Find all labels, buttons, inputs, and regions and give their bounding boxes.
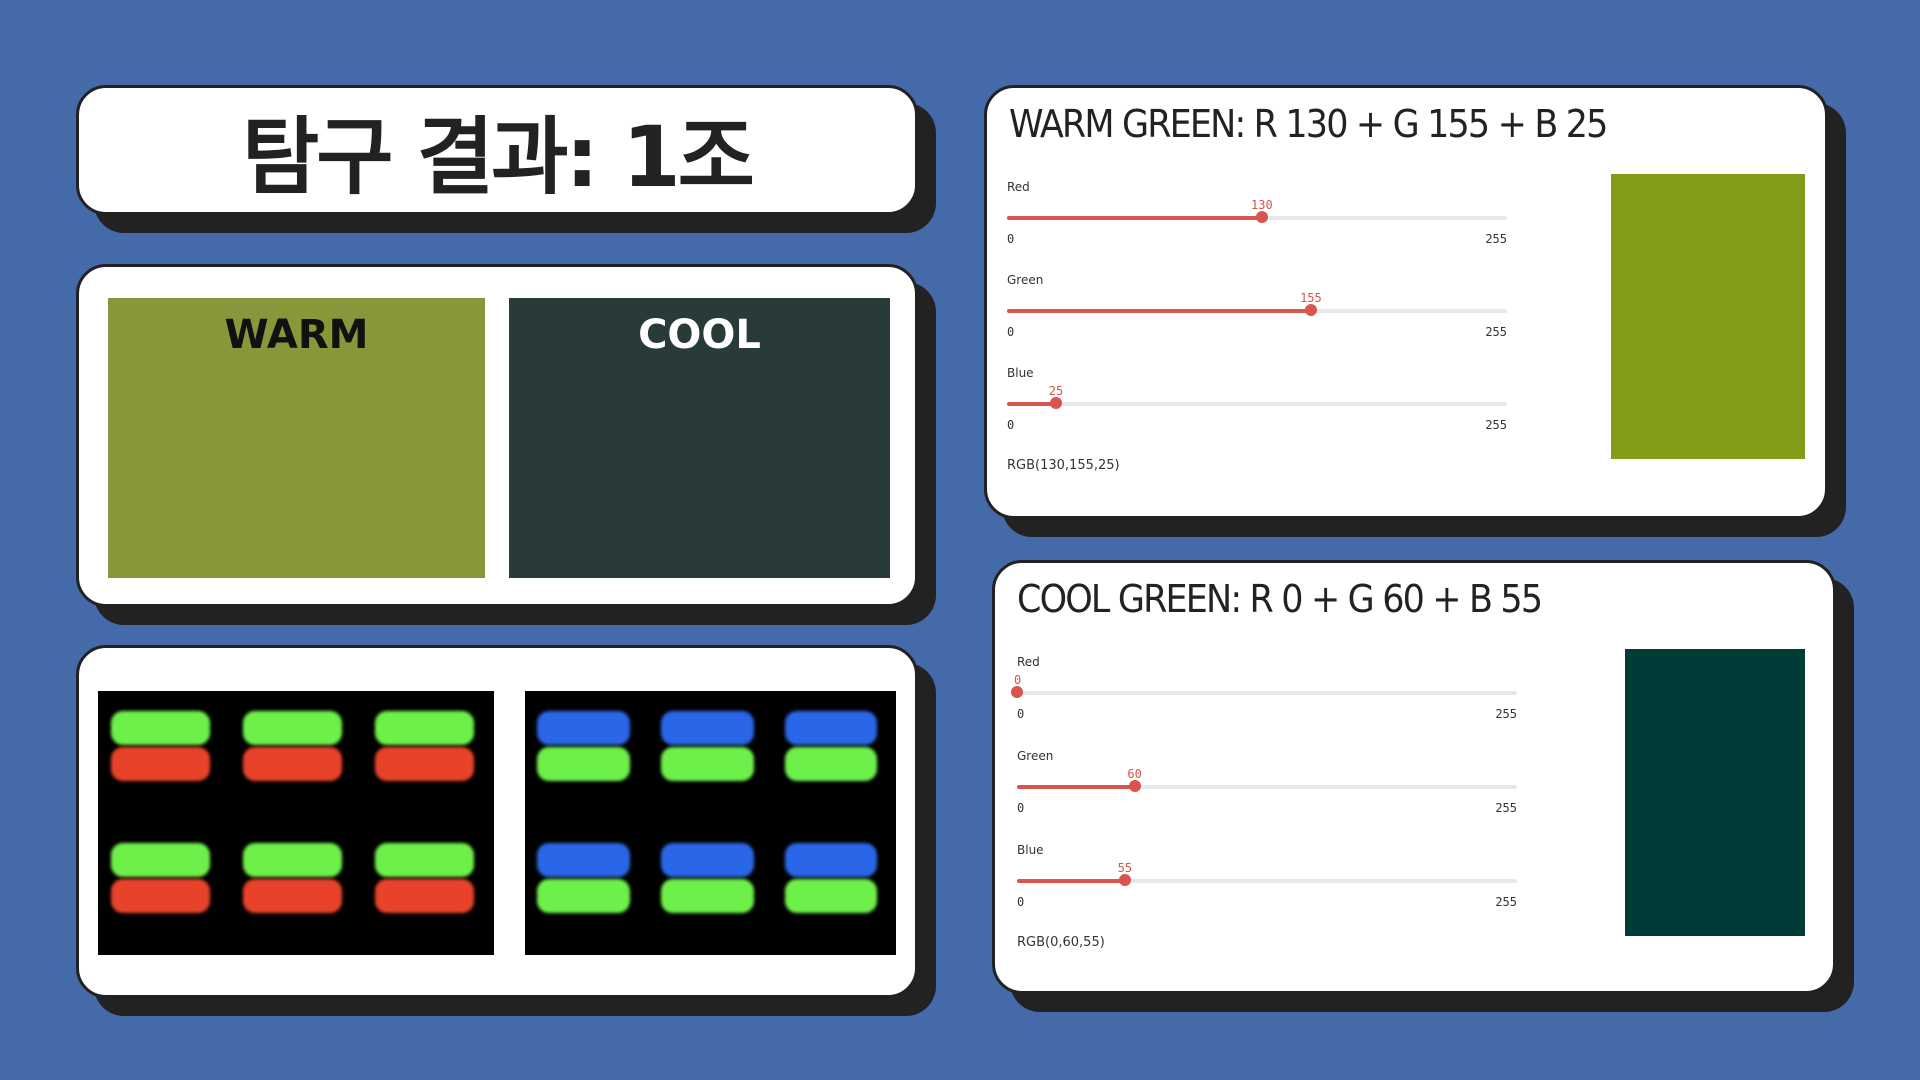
slider-min: 0	[1007, 418, 1015, 432]
slider-max: 255	[1495, 707, 1517, 721]
page-title: 탐구 결과: 1조	[242, 107, 755, 206]
slider-label: Green	[1017, 749, 1054, 763]
cool-swatch: COOL	[509, 298, 890, 578]
blue-subpixel	[784, 843, 878, 877]
slider-value: 55	[1117, 861, 1133, 875]
cool-swatch-label: COOL	[638, 312, 761, 358]
green-subpixel	[784, 747, 878, 781]
slider-label: Green	[1007, 273, 1044, 287]
title-card: 탐구 결과: 1조	[76, 85, 918, 215]
cool-color-preview	[1625, 649, 1805, 936]
pixel-photo-card	[76, 645, 918, 998]
red-subpixel	[243, 879, 343, 913]
slider-label: Red	[1007, 180, 1030, 194]
blue-subpixel	[661, 711, 754, 745]
slider-track[interactable]	[1007, 304, 1507, 316]
red-subpixel	[375, 879, 475, 913]
slider-max: 255	[1485, 418, 1507, 432]
cool-green-slider[interactable]: Green 60 0 255	[1017, 749, 1517, 829]
blue-subpixel	[784, 711, 878, 745]
slider-min: 0	[1017, 801, 1025, 815]
warm-swatch: WARM	[108, 298, 485, 578]
slider-fill	[1007, 216, 1262, 220]
slider-value: 0	[1014, 673, 1022, 687]
slider-thumb[interactable]	[1255, 211, 1268, 223]
cool-rgb-readout: RGB(0,60,55)	[1017, 935, 1105, 950]
slider-track[interactable]	[1007, 211, 1507, 223]
green-subpixel	[111, 711, 211, 745]
green-subpixel	[375, 843, 475, 877]
slider-value: 130	[1251, 198, 1273, 212]
slider-label: Blue	[1017, 843, 1044, 857]
slider-label: Red	[1017, 655, 1040, 669]
slider-track[interactable]	[1011, 686, 1517, 698]
warm-green-heading: WARM GREEN: R 130 + G 155 + B 25	[1009, 102, 1608, 146]
slider-min: 0	[1017, 895, 1025, 909]
slider-label: Blue	[1007, 366, 1034, 380]
slider-max: 255	[1495, 801, 1517, 815]
green-subpixel	[243, 843, 343, 877]
warm-blue-slider[interactable]: Blue 25 0 255	[1007, 366, 1507, 446]
slider-thumb[interactable]	[1050, 397, 1063, 409]
cool-subpixel-photo	[525, 691, 896, 955]
slider-track[interactable]	[1017, 780, 1517, 792]
warm-swatch-label: WARM	[224, 312, 369, 358]
green-subpixel	[375, 711, 475, 745]
warm-red-slider[interactable]: Red 130 0 255	[1007, 180, 1507, 260]
green-subpixel	[111, 843, 211, 877]
red-subpixel	[111, 747, 211, 781]
slider-value: 25	[1048, 384, 1064, 398]
blue-subpixel	[537, 843, 631, 877]
red-subpixel	[375, 747, 475, 781]
slider-fill	[1017, 785, 1135, 789]
slider-track[interactable]	[1017, 874, 1517, 886]
warm-rgb-readout: RGB(130,155,25)	[1007, 458, 1120, 473]
cool-green-heading: COOL GREEN: R 0 + G 60 + B 55	[1017, 577, 1543, 621]
green-subpixel	[537, 879, 631, 913]
warm-subpixel-photo	[98, 691, 494, 955]
red-subpixel	[111, 879, 211, 913]
green-subpixel	[784, 879, 878, 913]
slider-fill	[1007, 402, 1057, 406]
green-subpixel	[243, 711, 343, 745]
warm-green-slider[interactable]: Green 155 0 255	[1007, 273, 1507, 353]
slider-max: 255	[1485, 232, 1507, 246]
slider-min: 0	[1007, 232, 1015, 246]
blue-subpixel	[537, 711, 631, 745]
warm-color-preview	[1611, 174, 1805, 459]
slider-thumb[interactable]	[1118, 874, 1131, 886]
slider-thumb[interactable]	[1304, 304, 1317, 316]
slider-min: 0	[1017, 707, 1025, 721]
cool-blue-slider[interactable]: Blue 55 0 255	[1017, 843, 1517, 923]
red-subpixel	[243, 747, 343, 781]
cool-green-panel: COOL GREEN: R 0 + G 60 + B 55 Red 0 0 25…	[992, 560, 1836, 994]
slider-max: 255	[1485, 325, 1507, 339]
slider-thumb[interactable]	[1128, 780, 1141, 792]
green-subpixel	[661, 747, 754, 781]
green-subpixel	[537, 747, 631, 781]
warm-green-panel: WARM GREEN: R 130 + G 155 + B 25 Red 130…	[984, 85, 1828, 519]
slider-max: 255	[1495, 895, 1517, 909]
slider-fill	[1007, 309, 1311, 313]
slider-value: 60	[1127, 767, 1142, 781]
slider-thumb[interactable]	[1011, 686, 1023, 698]
cool-red-slider[interactable]: Red 0 0 255	[1011, 655, 1517, 735]
slider-value: 155	[1300, 291, 1322, 305]
slider-track[interactable]	[1007, 397, 1507, 409]
slider-fill	[1017, 879, 1125, 883]
slider-min: 0	[1007, 325, 1015, 339]
green-subpixel	[661, 879, 754, 913]
blue-subpixel	[661, 843, 754, 877]
swatch-card: WARM COOL	[76, 264, 918, 607]
